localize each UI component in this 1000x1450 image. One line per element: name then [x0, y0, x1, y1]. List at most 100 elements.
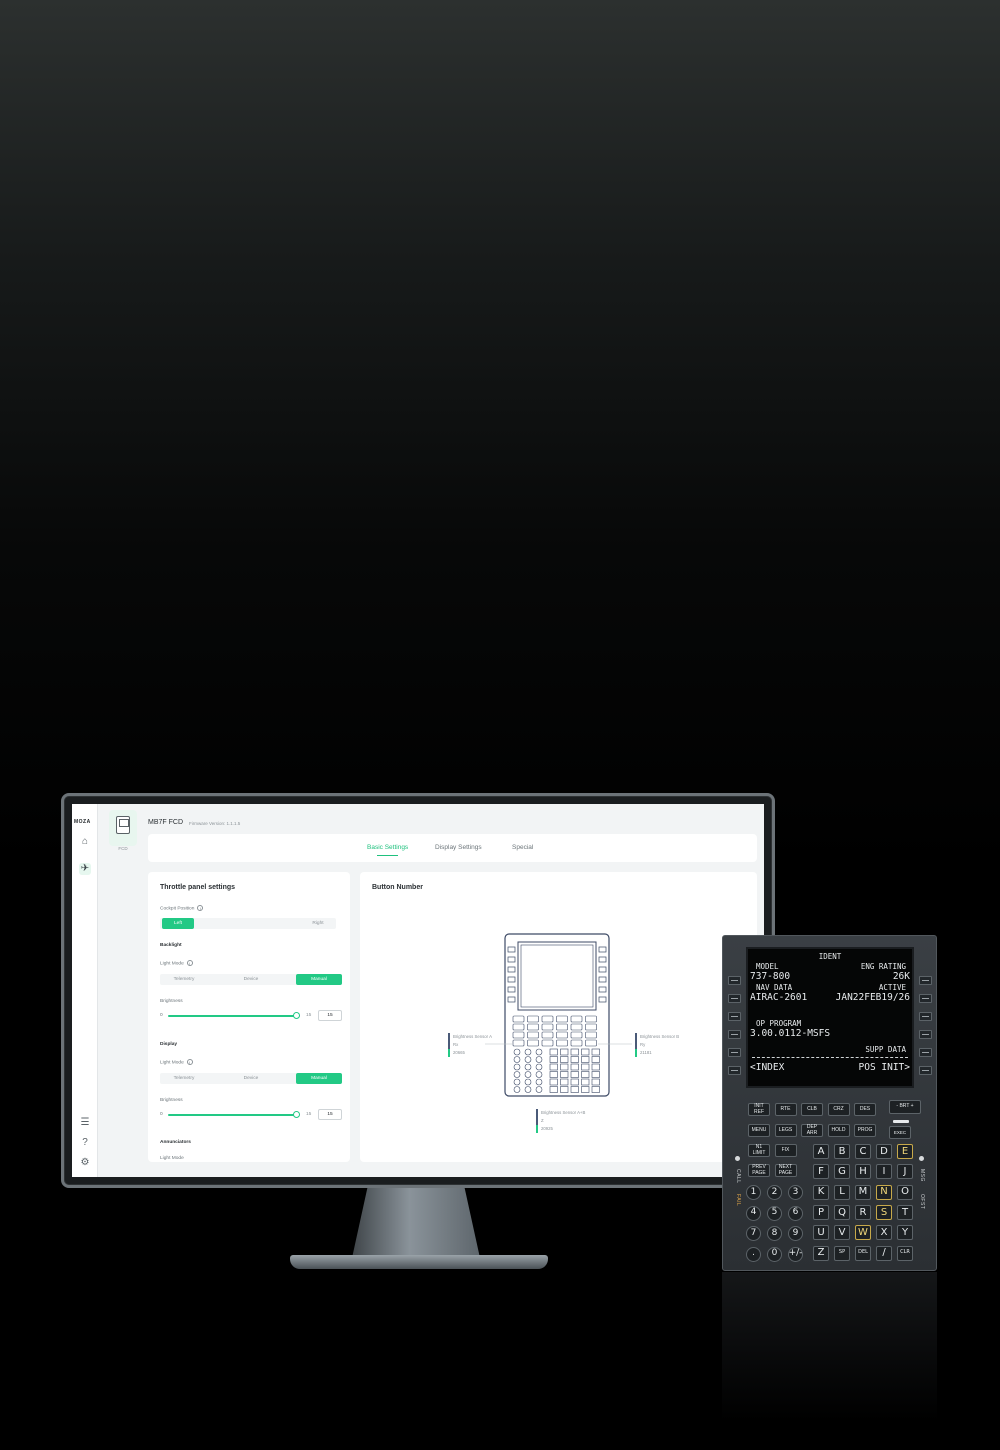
- display-telemetry-option[interactable]: Telemetry: [160, 1073, 208, 1084]
- key-p[interactable]: P: [813, 1204, 829, 1220]
- key-fix[interactable]: FIX: [774, 1144, 797, 1157]
- key-num-3[interactable]: 3: [788, 1185, 803, 1200]
- key-num-7[interactable]: 7: [746, 1226, 761, 1241]
- tab-display-settings[interactable]: Display Settings: [435, 844, 482, 851]
- lsk-left-6[interactable]: [728, 1066, 741, 1075]
- key-o[interactable]: O: [897, 1184, 913, 1200]
- backlight-device-option[interactable]: Device: [227, 974, 275, 985]
- slider-track[interactable]: [168, 1015, 297, 1017]
- plane-icon[interactable]: ✈: [79, 863, 91, 875]
- key-k[interactable]: K: [813, 1184, 829, 1200]
- fmc-line-left: MODEL: [756, 962, 779, 971]
- key-e[interactable]: E: [897, 1144, 913, 1159]
- key-num-1[interactable]: 1: [746, 1185, 761, 1200]
- key-c[interactable]: C: [855, 1144, 871, 1159]
- slider-max: 15: [306, 1112, 312, 1117]
- gear-icon[interactable]: ⚙: [79, 1157, 91, 1169]
- key-legs[interactable]: LEGS: [774, 1124, 797, 1137]
- cockpit-left-option[interactable]: Left: [162, 918, 194, 929]
- key-hold[interactable]: HOLD: [827, 1124, 850, 1137]
- display-manual-option[interactable]: Manual: [296, 1073, 342, 1084]
- slider-knob[interactable]: [293, 1012, 300, 1019]
- key-v[interactable]: V: [834, 1225, 850, 1241]
- key-g[interactable]: G: [834, 1164, 850, 1180]
- key-num-0[interactable]: 0: [767, 1246, 782, 1262]
- key-menu[interactable]: MENU: [748, 1124, 770, 1137]
- key-y[interactable]: Y: [897, 1225, 913, 1241]
- key-q[interactable]: Q: [834, 1204, 850, 1220]
- fmc-divider: [752, 1057, 908, 1058]
- lsk-right-5[interactable]: [919, 1048, 932, 1057]
- tab-special[interactable]: Special: [512, 844, 533, 851]
- slider-min: 0: [160, 1013, 163, 1018]
- backlight-manual-option[interactable]: Manual: [296, 974, 342, 985]
- key-num-8[interactable]: 8: [767, 1226, 782, 1241]
- key-b[interactable]: B: [834, 1144, 850, 1159]
- lsk-left-4[interactable]: [728, 1030, 741, 1039]
- key-m[interactable]: M: [855, 1184, 871, 1200]
- key-n[interactable]: N: [876, 1184, 892, 1200]
- fmc-line-left: AIRAC-2601: [750, 992, 808, 1003]
- lsk-right-6[interactable]: [919, 1066, 932, 1075]
- key-h[interactable]: H: [855, 1164, 871, 1180]
- key-j[interactable]: J: [897, 1164, 913, 1180]
- key-n1-limit[interactable]: N1 LIMIT: [748, 1144, 770, 1157]
- lsk-right-3[interactable]: [919, 1012, 932, 1021]
- key-des[interactable]: DES: [854, 1103, 876, 1116]
- key-clb[interactable]: CLB: [801, 1103, 823, 1116]
- key-u[interactable]: U: [813, 1225, 829, 1241]
- cockpit-right-option[interactable]: Right: [302, 918, 334, 929]
- key-num-9[interactable]: 9: [788, 1226, 803, 1241]
- lsk-left-5[interactable]: [728, 1048, 741, 1057]
- key-num-4[interactable]: 4: [746, 1205, 761, 1221]
- key-del[interactable]: DEL: [855, 1245, 871, 1261]
- tab-basic-settings[interactable]: Basic Settings: [367, 844, 408, 856]
- lsk-right-2[interactable]: [919, 994, 932, 1003]
- exec-key[interactable]: EXEC: [889, 1126, 911, 1139]
- home-icon[interactable]: ⌂: [79, 836, 91, 848]
- key-num-2[interactable]: 2: [767, 1185, 782, 1200]
- key-z[interactable]: Z: [813, 1245, 829, 1261]
- key-rte[interactable]: RTE: [774, 1103, 797, 1116]
- display-brightness-input[interactable]: 15: [318, 1109, 342, 1120]
- lsk-right-1[interactable]: [919, 976, 932, 985]
- device-card[interactable]: FCD: [109, 810, 137, 851]
- key-r[interactable]: R: [855, 1204, 871, 1220]
- key-slash[interactable]: /: [876, 1245, 892, 1261]
- key-dep-arr[interactable]: DEP ARR: [801, 1124, 823, 1137]
- lsk-right-4[interactable]: [919, 1030, 932, 1039]
- key-f[interactable]: F: [813, 1164, 829, 1180]
- key-w[interactable]: W: [855, 1225, 871, 1241]
- key-num-5[interactable]: 5: [767, 1205, 782, 1221]
- display-device-option[interactable]: Device: [227, 1073, 275, 1084]
- backlight-brightness-slider[interactable]: 0 15 15: [160, 1010, 342, 1021]
- key-sp[interactable]: SP: [834, 1245, 850, 1261]
- key-next-page[interactable]: NEXT PAGE: [774, 1164, 797, 1177]
- key-x[interactable]: X: [876, 1225, 892, 1241]
- key-i[interactable]: I: [876, 1164, 892, 1180]
- key-init-ref[interactable]: INIT REF: [748, 1103, 770, 1116]
- brightness-key[interactable]: - BRT +: [889, 1100, 921, 1114]
- lsk-left-3[interactable]: [728, 1012, 741, 1021]
- key-s[interactable]: S: [876, 1204, 892, 1220]
- lsk-left-1[interactable]: [728, 976, 741, 985]
- key-a[interactable]: A: [813, 1144, 829, 1159]
- backlight-brightness-input[interactable]: 15: [318, 1010, 342, 1021]
- display-brightness-slider[interactable]: 0 15 15: [160, 1109, 342, 1120]
- key-clr[interactable]: CLR: [897, 1245, 913, 1261]
- key-prog[interactable]: PROG: [854, 1124, 876, 1137]
- key-num-plus-minus[interactable]: +/-: [788, 1246, 803, 1262]
- help-icon[interactable]: ?: [79, 1137, 91, 1149]
- key-num-dot[interactable]: .: [746, 1246, 761, 1262]
- key-l[interactable]: L: [834, 1184, 850, 1200]
- key-d[interactable]: D: [876, 1144, 892, 1159]
- slider-knob[interactable]: [293, 1111, 300, 1118]
- slider-track[interactable]: [168, 1114, 297, 1116]
- lsk-left-2[interactable]: [728, 994, 741, 1003]
- key-num-6[interactable]: 6: [788, 1205, 803, 1221]
- backlight-telemetry-option[interactable]: Telemetry: [160, 974, 208, 985]
- key-crz[interactable]: CRZ: [827, 1103, 850, 1116]
- key-prev-page[interactable]: PREV PAGE: [748, 1164, 770, 1177]
- key-t[interactable]: T: [897, 1204, 913, 1220]
- sliders-icon[interactable]: ☰: [79, 1117, 91, 1129]
